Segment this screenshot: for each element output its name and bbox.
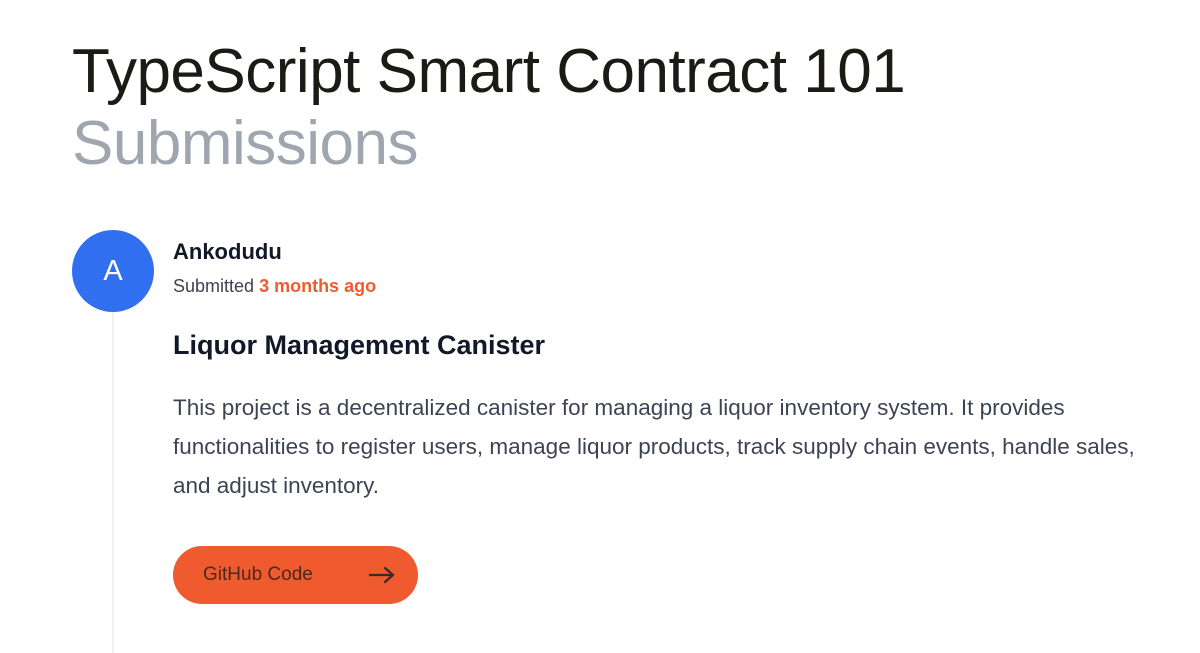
submitted-label: Submitted bbox=[173, 276, 255, 296]
submission-card: Ankodudu Submitted 3 months ago Liquor M… bbox=[173, 236, 1163, 505]
github-code-button[interactable]: GitHub Code bbox=[173, 546, 418, 604]
author-name: Ankodudu bbox=[173, 239, 282, 264]
arrow-right-icon bbox=[368, 565, 396, 585]
avatar-initial: A bbox=[103, 254, 123, 287]
timeline-line bbox=[112, 312, 114, 653]
page-title: TypeScript Smart Contract 101 bbox=[72, 37, 906, 106]
submission-meta: Submitted 3 months ago bbox=[173, 274, 1163, 298]
page-header: TypeScript Smart Contract 101 Submission… bbox=[72, 36, 906, 180]
github-code-label: GitHub Code bbox=[203, 564, 313, 585]
submitted-time: 3 months ago bbox=[259, 276, 377, 296]
project-description: This project is a decentralized canister… bbox=[173, 395, 1135, 498]
avatar: A bbox=[72, 230, 154, 312]
project-title: Liquor Management Canister bbox=[173, 330, 546, 360]
page-subtitle: Submissions bbox=[72, 109, 418, 178]
